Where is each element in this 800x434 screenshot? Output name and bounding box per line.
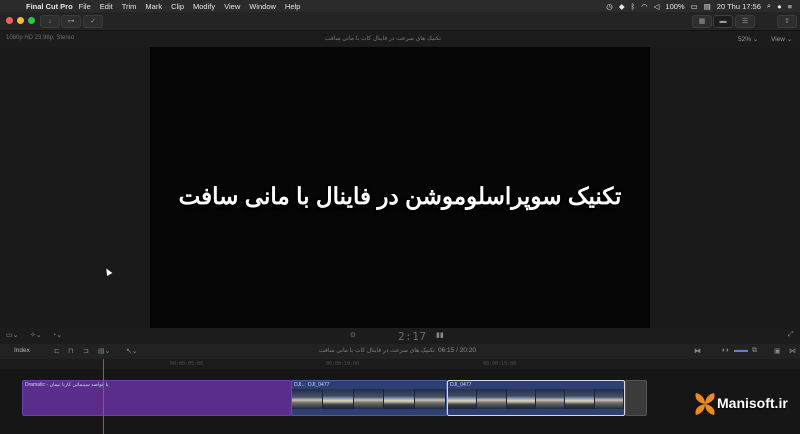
- timeline-zoom-icon[interactable]: ⋈: [789, 347, 796, 355]
- battery-icon[interactable]: ▭: [691, 2, 698, 11]
- format-label: 1080p HD 23.98p, Stereo: [6, 35, 75, 41]
- bluetooth-icon[interactable]: ᛒ: [631, 2, 636, 11]
- ruler-label: 00:00:05:00: [170, 361, 204, 367]
- dropbox-icon[interactable]: ◆: [619, 2, 625, 11]
- timecode-display[interactable]: 2:17: [398, 330, 427, 343]
- viewer-header: 1080p HD 23.98p, Stereo تکنیک های سرعت د…: [0, 31, 800, 47]
- speed-icon[interactable]: ◔⌄: [52, 331, 62, 339]
- clock[interactable]: 20 Thu 17:56: [717, 2, 761, 11]
- append-clip-icon[interactable]: ⊐: [83, 347, 89, 355]
- overwrite-clip-icon[interactable]: ▤⌄: [98, 347, 110, 355]
- background-tasks-button[interactable]: ✓: [83, 15, 103, 28]
- timeline-project-title: تکنیک های سرعت در فاینال کات با مانی ساف…: [319, 348, 435, 354]
- video-clip-2-label: DJI_0477: [450, 382, 472, 388]
- timeline-header: Index ⊏ ⊓ ⊐ ▤⌄ ↖⌄ تکنیک های سرعت در فاین…: [0, 344, 800, 360]
- audio-skimming-icon[interactable]: ◖◗: [721, 347, 729, 354]
- menu-help[interactable]: Help: [285, 2, 300, 11]
- index-button[interactable]: Index: [14, 347, 30, 354]
- play-icon[interactable]: ⊙: [350, 331, 356, 339]
- menu-view[interactable]: View: [224, 2, 240, 11]
- video-clip-1-prefix: DJI...: [294, 382, 306, 388]
- menubar: Final Cut Pro File Edit Trim Mark Clip M…: [0, 0, 800, 12]
- fullscreen-icon[interactable]: ⤢: [788, 331, 794, 339]
- connect-clip-icon[interactable]: ⊏: [54, 347, 60, 355]
- clip-appearance-icon[interactable]: ▣: [774, 347, 781, 355]
- solo-icon[interactable]: ▬▬: [734, 347, 748, 354]
- video-clip-2-thumbnails: [448, 389, 624, 409]
- menu-clip[interactable]: Clip: [171, 2, 184, 11]
- menu-file[interactable]: File: [79, 2, 91, 11]
- manisoft-logo-icon: [695, 393, 715, 415]
- video-overlay-title: تکنیک سوپراسلوموشن در فاینال با مانی ساف…: [178, 183, 622, 209]
- menu-window[interactable]: Window: [249, 2, 276, 11]
- menu-edit[interactable]: Edit: [100, 2, 113, 11]
- zoom-window-icon[interactable]: [28, 17, 35, 24]
- zoom-value: 52%: [738, 36, 752, 43]
- app-menu[interactable]: Final Cut Pro: [26, 2, 73, 11]
- video-clip-1[interactable]: DJI... DJI_0477: [291, 380, 447, 416]
- wifi-icon[interactable]: ◠: [641, 2, 648, 11]
- toolbar: ↓ ⊶ ✓ ▦ ▬ ☰ ⇧: [0, 12, 800, 31]
- transform-icon[interactable]: ▭⌄: [6, 331, 18, 339]
- audio-meter-icon: ▮▮: [436, 332, 444, 339]
- menu-modify[interactable]: Modify: [193, 2, 215, 11]
- menu-mark[interactable]: Mark: [145, 2, 162, 11]
- video-clip-1-label: DJI_0477: [308, 382, 330, 388]
- skimming-icon[interactable]: ⧓: [694, 347, 701, 355]
- control-center-icon[interactable]: ≡: [788, 2, 792, 11]
- search-icon[interactable]: ⌕: [767, 1, 771, 11]
- timeline-area[interactable]: Dramatic - با فواصد سینمائی کارنا تیمان …: [0, 369, 800, 434]
- viewer-footer: ▭⌄ ✧⌄ ◔⌄ ⊙ 2:17 ▮▮ ⤢: [0, 328, 800, 345]
- video-clip-2[interactable]: DJI_0477: [447, 380, 625, 416]
- share-button[interactable]: ⇧: [777, 15, 797, 28]
- view-dropdown[interactable]: View ⌄: [771, 35, 792, 43]
- minimize-window-icon[interactable]: [17, 17, 24, 24]
- snapping-icon[interactable]: ⧉: [752, 347, 757, 355]
- ruler-label: 00:00:15:00: [483, 361, 517, 367]
- viewer-canvas[interactable]: تکنیک سوپراسلوموشن در فاینال با مانی ساف…: [150, 47, 650, 328]
- close-window-icon[interactable]: [6, 17, 13, 24]
- keywords-button[interactable]: ⊶: [61, 15, 81, 28]
- inspector-toggle-button[interactable]: ☰: [735, 15, 755, 28]
- select-tool-icon[interactable]: ↖⌄: [126, 347, 138, 355]
- menu-trim[interactable]: Trim: [122, 2, 137, 11]
- manisoft-logo: Manisoft.ir: [692, 389, 792, 419]
- siri-icon[interactable]: ●: [777, 2, 782, 11]
- mouse-cursor: [103, 266, 113, 277]
- view-label: View: [771, 36, 785, 43]
- gap-clip[interactable]: [625, 380, 647, 416]
- import-button[interactable]: ↓: [40, 15, 60, 28]
- title-clip[interactable]: Dramatic - با فواصد سینمائی کارنا تیمان: [22, 380, 292, 416]
- battery-label[interactable]: 100%: [665, 2, 684, 11]
- insert-clip-icon[interactable]: ⊓: [68, 347, 73, 355]
- timeline-toggle-button[interactable]: ▬: [713, 15, 733, 28]
- manisoft-logo-text: Manisoft.ir: [717, 395, 788, 411]
- ruler-label: 00:00:10:00: [326, 361, 360, 367]
- browser-toggle-button[interactable]: ▦: [692, 15, 712, 28]
- flag-icon[interactable]: ▤: [704, 2, 711, 11]
- enhancements-icon[interactable]: ✧⌄: [30, 331, 42, 339]
- time-machine-icon[interactable]: ◷: [606, 2, 613, 11]
- playhead[interactable]: [103, 359, 104, 434]
- viewer-project-title: تکنیک های سرعت در فاینال کات با مانی ساف…: [325, 36, 441, 42]
- zoom-dropdown[interactable]: 52% ⌄: [738, 35, 758, 43]
- video-clip-1-thumbnails: [292, 389, 446, 409]
- title-clip-label: Dramatic - با فواصد سینمائی کارنا تیمان: [25, 382, 109, 388]
- timeline-duration: 06:15 / 20:20: [438, 347, 476, 354]
- volume-icon[interactable]: ◁: [654, 2, 660, 11]
